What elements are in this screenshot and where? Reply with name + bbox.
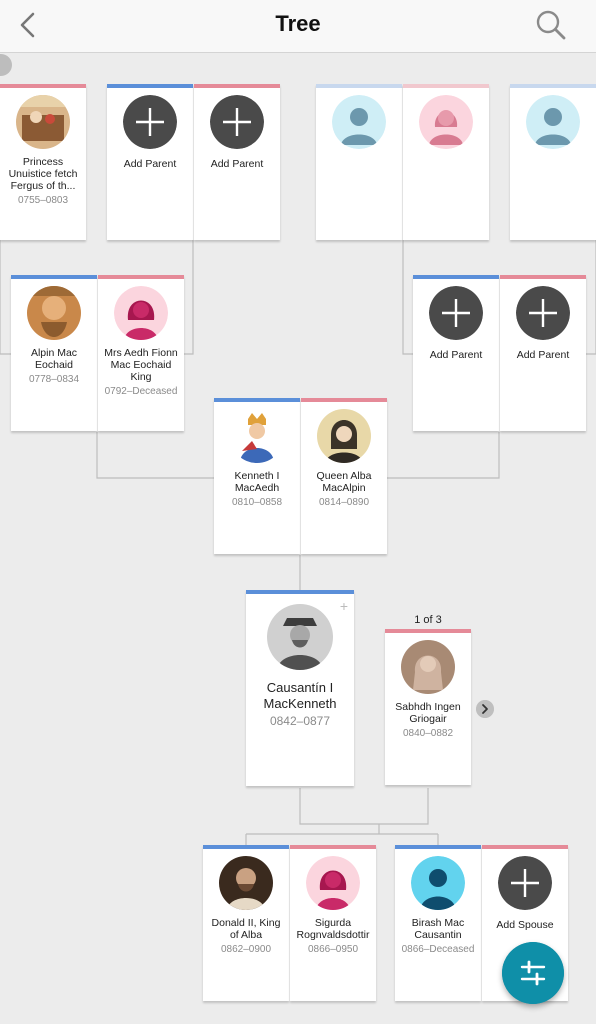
add-icon[interactable] (516, 286, 570, 340)
person-name: Kenneth I MacAedh (234, 470, 280, 494)
avatar (219, 856, 273, 910)
person-name: Princess Unuistice fetch Fergus of th... (8, 156, 78, 192)
add-parent-card[interactable]: Add Parent (107, 84, 193, 240)
placeholder-male-card[interactable] (510, 84, 596, 240)
person-card-princess-unuistice[interactable]: Princess Unuistice fetch Fergus of th...… (0, 84, 86, 240)
add-parent-label: Add Parent (429, 349, 483, 361)
search-icon[interactable] (534, 8, 568, 42)
filter-sliders-icon[interactable] (502, 942, 564, 1004)
add-parent-label: Add Parent (516, 349, 570, 361)
add-icon[interactable] (429, 286, 483, 340)
person-dates: 0842–0877 (269, 714, 331, 728)
person-name: Sabhdh Ingen Griogair (395, 701, 461, 725)
person-card-aedh[interactable]: Mrs Aedh Fionn Mac Eochaid King 0792–Dec… (98, 275, 184, 431)
placeholder-female-card[interactable] (403, 84, 489, 240)
card-divider (193, 88, 194, 240)
person-name: Birash Mac Causantin (411, 917, 465, 941)
person-name: Mrs Aedh Fionn Mac Eochaid King (104, 347, 178, 383)
male-silhouette-icon (332, 95, 386, 149)
add-parent-card[interactable]: Add Parent (413, 275, 499, 431)
card-divider (289, 849, 290, 1001)
avatar (317, 409, 371, 463)
card-divider (402, 88, 403, 240)
card-divider (97, 279, 98, 431)
spouse-counter: 1 of 3 (414, 614, 442, 626)
add-icon[interactable]: + (340, 598, 348, 614)
person-name: Alpin Mac Eochaid (30, 347, 78, 371)
focus-person-card[interactable]: + Causantín I MacKenneth 0842–0877 (246, 590, 354, 786)
avatar (267, 604, 333, 670)
add-parent-card[interactable]: Add Parent (194, 84, 280, 240)
person-name: Sigurda Rognvaldsdottir (296, 917, 370, 941)
person-dates: 0778–0834 (28, 374, 80, 385)
person-card-kenneth[interactable]: Kenneth I MacAedh 0810–0858 (214, 398, 300, 554)
person-card-alpin[interactable]: Alpin Mac Eochaid 0778–0834 (11, 275, 97, 431)
male-silhouette-icon (526, 95, 580, 149)
female-silhouette-icon (306, 856, 360, 910)
add-icon[interactable] (210, 95, 264, 149)
male-silhouette-icon (411, 856, 465, 910)
placeholder-male-card[interactable] (316, 84, 402, 240)
person-name: Queen Alba MacAlpin (316, 470, 372, 494)
app-header: Tree (0, 0, 596, 53)
card-divider (300, 402, 301, 554)
avatar (16, 95, 70, 149)
add-parent-card[interactable]: Add Parent (500, 275, 586, 431)
add-parent-label: Add Parent (123, 158, 177, 170)
person-name: Causantín I MacKenneth (263, 680, 337, 711)
add-spouse-label: Add Spouse (496, 919, 554, 931)
avatar (230, 409, 284, 463)
person-card-alba[interactable]: Queen Alba MacAlpin 0814–0890 (301, 398, 387, 554)
add-parent-label: Add Parent (210, 158, 264, 170)
person-dates: 0755–0803 (17, 195, 69, 206)
avatar (27, 286, 81, 340)
female-silhouette-icon (419, 95, 473, 149)
person-dates: 0814–0890 (318, 497, 370, 508)
chevron-right-icon[interactable] (476, 700, 494, 718)
person-dates: 0792–Deceased (104, 386, 178, 397)
add-icon[interactable] (123, 95, 177, 149)
card-divider (499, 279, 500, 431)
page-title: Tree (275, 11, 321, 36)
spouse-card-sabhdh[interactable]: Sabhdh Ingen Griogair 0840–0882 (385, 629, 471, 785)
person-dates: 0862–0900 (220, 944, 272, 955)
female-silhouette-icon (114, 286, 168, 340)
child-card-donald[interactable]: Donald II, King of Alba 0862–0900 (203, 845, 289, 1001)
child-card-birash[interactable]: Birash Mac Causantin 0866–Deceased (395, 845, 481, 1001)
avatar (401, 640, 455, 694)
person-dates: 0866–0950 (307, 944, 359, 955)
card-divider (481, 849, 482, 1001)
person-dates: 0866–Deceased (401, 944, 475, 955)
person-name: Donald II, King of Alba (211, 917, 281, 941)
person-dates: 0810–0858 (231, 497, 283, 508)
add-icon[interactable] (498, 856, 552, 910)
person-dates: 0840–0882 (402, 728, 454, 739)
child-spouse-card-sigurda[interactable]: Sigurda Rognvaldsdottir 0866–0950 (290, 845, 376, 1001)
